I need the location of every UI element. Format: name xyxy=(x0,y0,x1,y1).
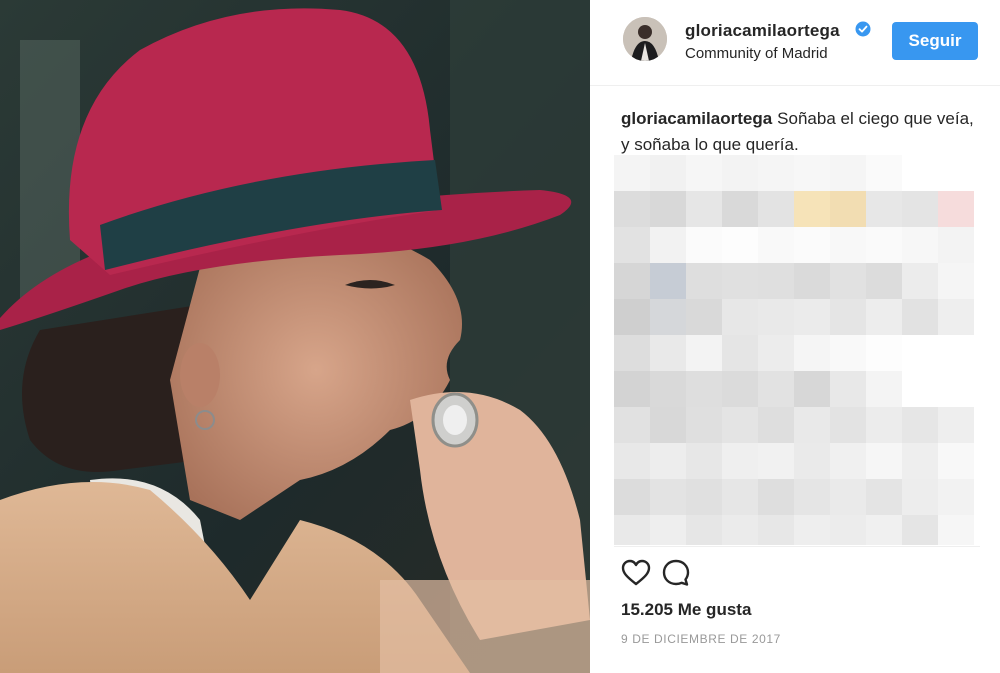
caption-username[interactable]: gloriacamilaortega xyxy=(621,109,772,128)
pixelated-comments xyxy=(614,155,974,545)
follow-button[interactable]: Seguir xyxy=(892,22,978,60)
likes-count[interactable]: 15.205 Me gusta xyxy=(621,600,751,620)
caption: gloriacamilaortega Soñaba el ciego que ve… xyxy=(621,106,981,158)
comments-area-pixelated xyxy=(614,155,980,545)
username-link[interactable]: gloriacamilaortega xyxy=(685,21,840,41)
comment-bubble-icon[interactable] xyxy=(660,557,692,589)
avatar[interactable] xyxy=(623,17,667,61)
post-photo[interactable] xyxy=(0,0,590,673)
post-header: gloriacamilaortega Community of Madrid S… xyxy=(590,0,1000,86)
verified-badge-icon xyxy=(855,21,871,37)
avatar-image xyxy=(623,17,667,61)
post-date[interactable]: 9 DE DICIEMBRE DE 2017 xyxy=(621,632,781,646)
photo-illustration xyxy=(0,0,590,673)
heart-icon[interactable] xyxy=(620,557,652,589)
post-details-panel: gloriacamilaortega Community of Madrid S… xyxy=(590,0,1000,673)
location-link[interactable]: Community of Madrid xyxy=(685,45,828,62)
divider xyxy=(614,546,980,547)
